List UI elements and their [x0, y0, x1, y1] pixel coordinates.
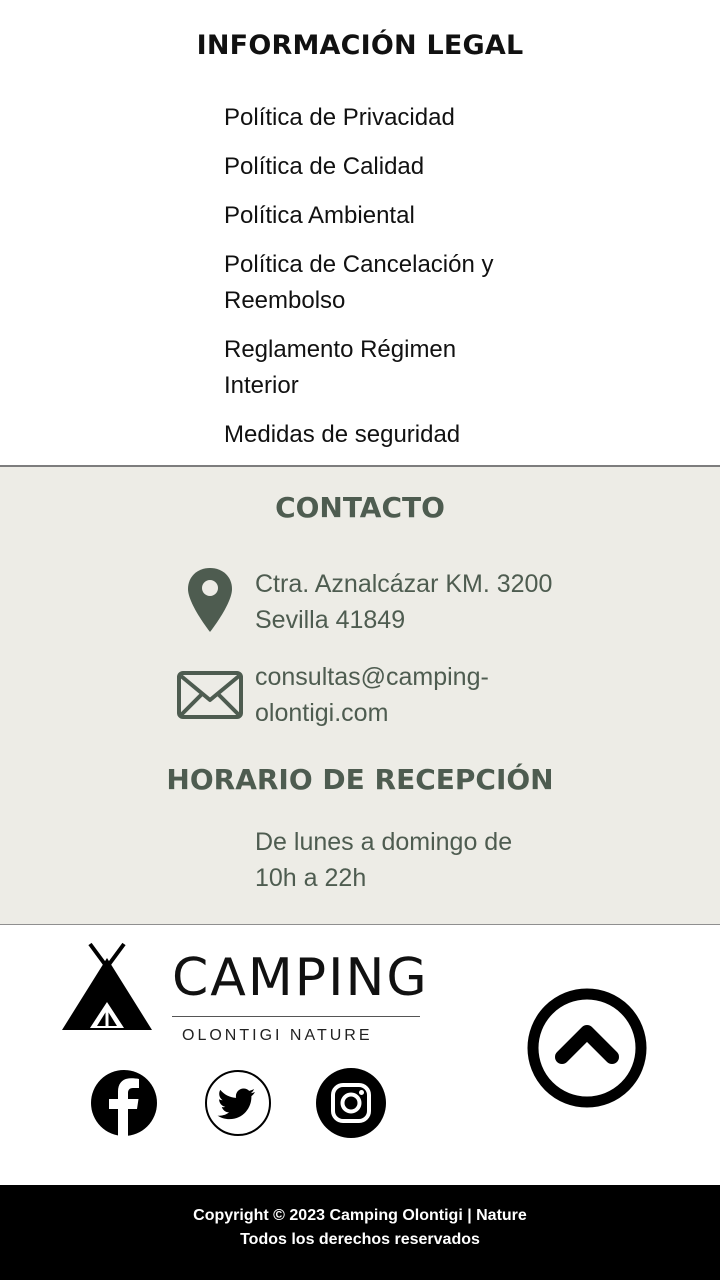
- envelope-icon: [177, 671, 243, 719]
- facebook-icon[interactable]: [88, 1067, 160, 1139]
- legal-section: INFORMACIÓN LEGAL Política de Privacidad…: [0, 0, 720, 466]
- privacy-policy-link[interactable]: Política de Privacidad: [224, 100, 524, 136]
- contact-section: CONTACTO Ctra. Aznalcázar KM. 3200 Sevil…: [0, 467, 720, 924]
- legal-links: Política de Privacidad Política de Calid…: [224, 100, 524, 466]
- reception-hours-text: De lunes a domingo de 10h a 22h: [255, 828, 513, 892]
- instagram-icon[interactable]: [315, 1067, 387, 1139]
- camping-logo[interactable]: CAMPING OLONTIGI NATURE: [60, 942, 430, 1044]
- environmental-policy-link[interactable]: Política Ambiental: [224, 198, 524, 234]
- rights-reserved-text: Todos los derechos reservados: [240, 1231, 480, 1248]
- quality-policy-link[interactable]: Política de Calidad: [224, 149, 524, 185]
- tent-logo-icon: [62, 942, 152, 1030]
- internal-rules-link[interactable]: Reglamento Régimen Interior: [224, 332, 524, 404]
- email-link[interactable]: consultas@camping-olontigi.com: [255, 659, 555, 731]
- copyright-text: Copyright © 2023 Camping Olontigi | Natu…: [193, 1207, 527, 1224]
- footer: CAMPING OLONTIGI NATURE: [0, 925, 720, 1185]
- scroll-to-top-button[interactable]: [526, 987, 648, 1109]
- contact-title: CONTACTO: [275, 491, 445, 524]
- address-text: Ctra. Aznalcázar KM. 3200 Sevilla 41849: [255, 570, 553, 634]
- logo-wordmark: CAMPING: [172, 948, 429, 1008]
- logo-rule: [172, 1016, 420, 1017]
- copyright-bar: Copyright © 2023 Camping Olontigi | Natu…: [0, 1185, 720, 1280]
- legal-title: INFORMACIÓN LEGAL: [196, 30, 524, 61]
- twitter-icon[interactable]: [202, 1067, 274, 1139]
- logo-tagline: OLONTIGI NATURE: [182, 1027, 373, 1044]
- reception-hours-title: HORARIO DE RECEPCIÓN: [166, 763, 554, 796]
- map-pin-icon: [188, 568, 232, 632]
- cancellation-policy-link[interactable]: Política de Cancelación y Reembolso: [224, 247, 524, 319]
- security-measures-link[interactable]: Medidas de seguridad: [224, 417, 524, 453]
